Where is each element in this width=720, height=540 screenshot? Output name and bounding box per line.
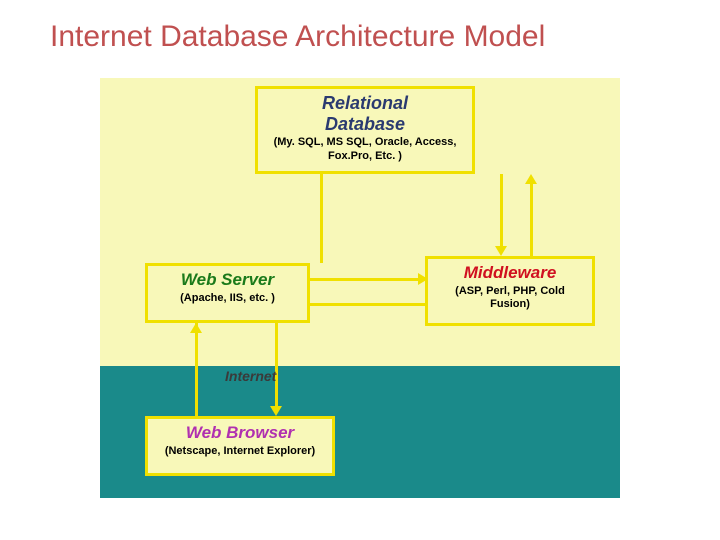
middleware-title: Middleware xyxy=(434,263,586,283)
web-server-node: Web Server (Apache, IIS, etc. ) xyxy=(145,263,310,323)
web-server-title: Web Server xyxy=(154,270,301,290)
db-title-line2: Database xyxy=(325,114,405,134)
db-title-line1: Relational xyxy=(322,93,408,113)
web-server-subtitle: (Apache, IIS, etc. ) xyxy=(154,292,301,305)
mw-to-db-connector-up xyxy=(530,184,533,256)
diagram-container: Relational Database (My. SQL, MS SQL, Or… xyxy=(100,78,620,498)
ws-mw-connector-bot xyxy=(310,303,425,306)
page-title: Internet Database Architecture Model xyxy=(50,20,545,54)
ws-wb-connector-right xyxy=(275,323,278,406)
ws-to-wb-arrow-down-icon xyxy=(270,406,282,416)
relational-database-title: Relational Database xyxy=(264,93,466,134)
relational-database-node: Relational Database (My. SQL, MS SQL, Or… xyxy=(255,86,475,174)
middleware-node: Middleware (ASP, Perl, PHP, Cold Fusion) xyxy=(425,256,595,326)
internet-label: Internet xyxy=(225,368,276,384)
db-to-mw-arrow-down-icon xyxy=(495,246,507,256)
ws-mw-connector-top xyxy=(310,278,425,281)
web-browser-title: Web Browser xyxy=(154,423,326,443)
ws-to-mw-arrow-right-icon xyxy=(418,273,428,285)
ws-wb-connector-left xyxy=(195,323,198,416)
relational-database-subtitle: (My. SQL, MS SQL, Oracle, Access, Fox.Pr… xyxy=(264,136,466,162)
wb-to-ws-arrow-up-icon xyxy=(190,323,202,333)
mw-to-db-arrow-up-icon xyxy=(525,174,537,184)
middleware-subtitle: (ASP, Perl, PHP, Cold Fusion) xyxy=(434,285,586,311)
db-to-mw-connector-down xyxy=(500,174,503,246)
web-browser-node: Web Browser (Netscape, Internet Explorer… xyxy=(145,416,335,476)
db-ws-connector-vert xyxy=(320,174,323,263)
web-browser-subtitle: (Netscape, Internet Explorer) xyxy=(154,445,326,458)
